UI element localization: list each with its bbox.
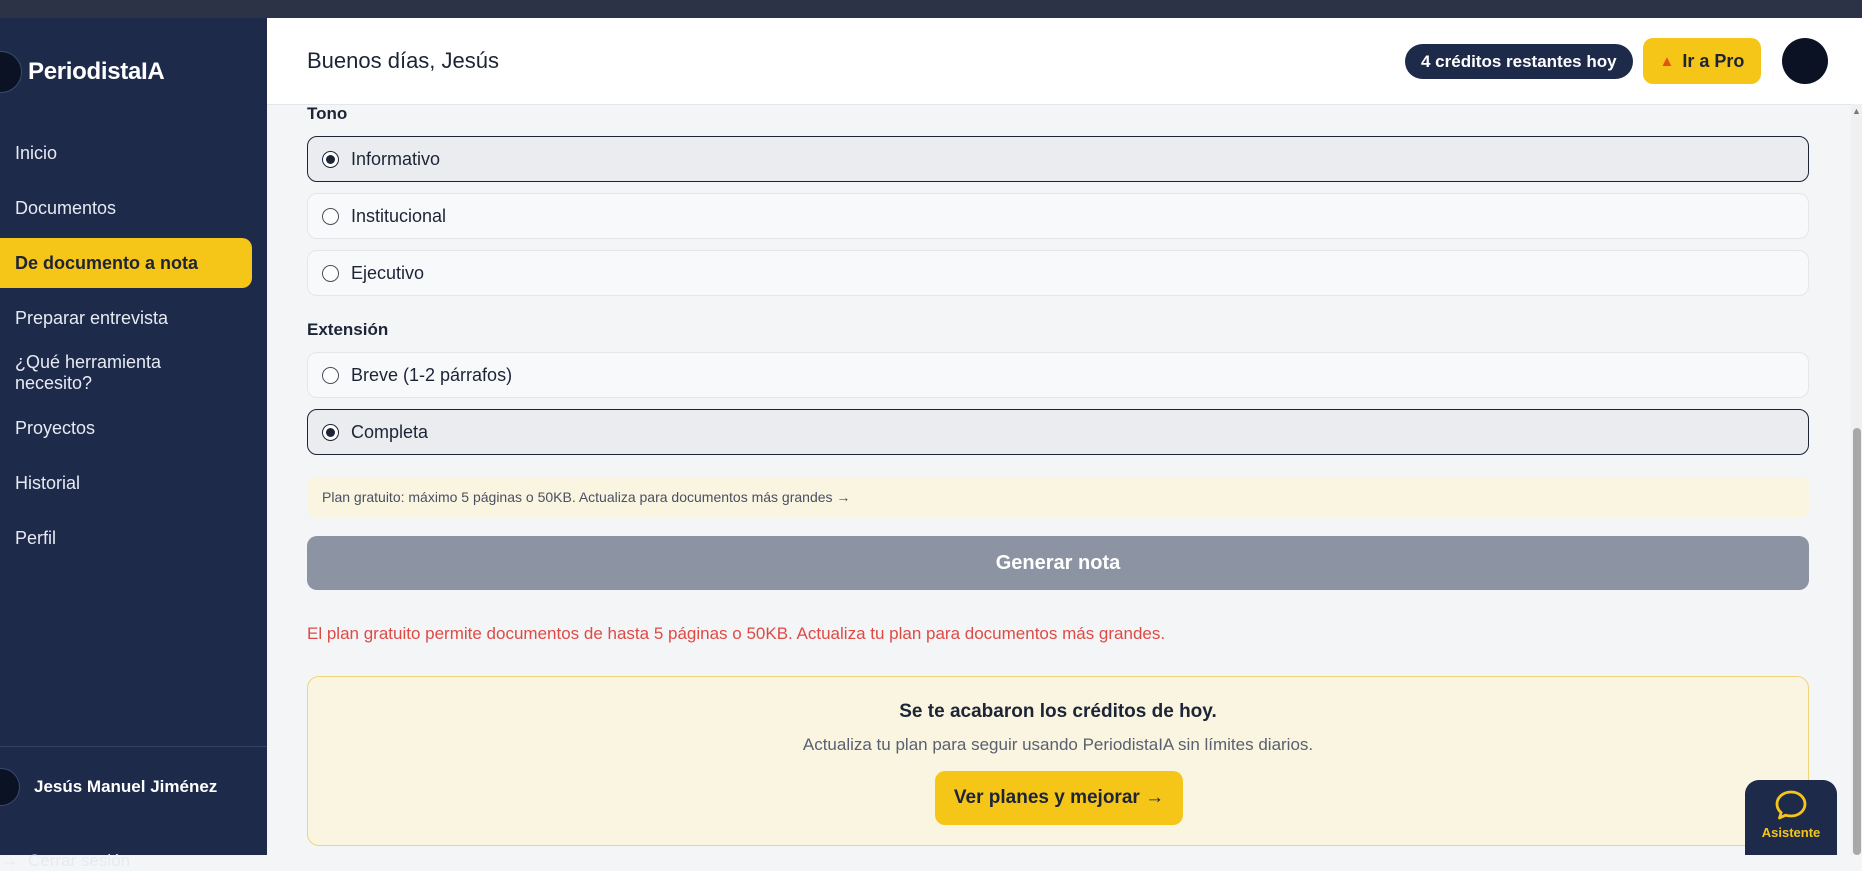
sidebar-item-que-herramienta[interactable]: ¿Qué herramienta necesito? <box>0 348 237 398</box>
avatar <box>0 768 20 806</box>
length-option-completa[interactable]: Completa <box>307 409 1809 455</box>
plan-notice[interactable]: Plan gratuito: máximo 5 páginas o 50KB. … <box>307 477 1809 517</box>
fire-icon: ▲ <box>1659 52 1675 70</box>
assistant-label: Asistente <box>1761 825 1821 840</box>
tone-option-informativo[interactable]: Informativo <box>307 136 1809 182</box>
option-label: Completa <box>351 421 429 442</box>
error-message: El plan gratuito permite documentos de h… <box>307 624 1166 643</box>
length-label: Extensión <box>307 320 389 339</box>
top-header: Buenos días, Jesús 4 créditos restantes … <box>267 18 1862 105</box>
sidebar-divider <box>0 746 267 747</box>
sidebar-item-inicio[interactable]: Inicio <box>0 128 237 178</box>
go-pro-button[interactable]: ▲ Ir a Pro <box>1643 38 1761 84</box>
header-avatar[interactable] <box>1782 38 1828 84</box>
tone-option-ejecutivo[interactable]: Ejecutivo <box>307 250 1809 296</box>
sidebar-item-historial[interactable]: Historial <box>0 458 237 508</box>
radio-selected-icon <box>322 423 339 441</box>
page-greeting: Buenos días, Jesús <box>307 48 500 73</box>
tone-option-institucional[interactable]: Institucional <box>307 193 1809 239</box>
credits-badge: 4 créditos restantes hoy <box>1405 44 1633 79</box>
upgrade-subtitle: Actualiza tu plan para seguir usando Per… <box>802 735 1314 754</box>
assistant-button[interactable]: Asistente <box>1745 780 1837 855</box>
radio-icon <box>322 366 339 384</box>
radio-icon <box>322 207 339 225</box>
sidebar-item-documento-a-nota[interactable]: De documento a nota <box>0 238 252 288</box>
option-label: Institucional <box>351 205 447 226</box>
upgrade-title: Se te acabaron los créditos de hoy. <box>899 701 1217 722</box>
chat-bubble-icon <box>1775 790 1807 820</box>
radio-selected-icon <box>322 150 339 168</box>
sidebar-item-proyectos[interactable]: Proyectos <box>0 403 237 453</box>
scrollbar-thumb[interactable] <box>1853 428 1861 855</box>
logout-button[interactable]: → Cerrar sesión <box>0 850 130 871</box>
tone-label: Tono <box>307 104 348 123</box>
user-name: Jesús Manuel Jiménez <box>34 777 218 796</box>
sidebar-item-documentos[interactable]: Documentos <box>0 183 237 233</box>
logout-arrow-icon: → <box>0 850 18 870</box>
length-option-breve[interactable]: Breve (1-2 párrafos) <box>307 352 1809 398</box>
generate-note-button[interactable]: Generar nota <box>307 536 1809 590</box>
view-plans-button[interactable]: Ver planes y mejorar → <box>935 771 1183 825</box>
brand-logo-icon <box>0 51 22 93</box>
brand[interactable]: PeriodistaIA <box>0 50 165 94</box>
sidebar-item-perfil[interactable]: Perfil <box>0 513 237 563</box>
user-profile[interactable]: Jesús Manuel Jiménez <box>0 768 217 806</box>
sidebar: PeriodistaIA Inicio Documentos De docume… <box>0 18 267 870</box>
upgrade-card: Se te acabaron los créditos de hoy. Actu… <box>307 676 1809 846</box>
sidebar-nav: Inicio Documentos De documento a nota Pr… <box>0 128 267 568</box>
option-label: Breve (1-2 párrafos) <box>351 364 513 385</box>
brand-name: PeriodistaIA <box>28 58 165 85</box>
browser-top-strip <box>0 0 1862 18</box>
radio-icon <box>322 264 339 282</box>
logout-label: Cerrar sesión <box>28 850 131 870</box>
go-pro-label: Ir a Pro <box>1682 50 1745 71</box>
option-label: Informativo <box>351 148 441 169</box>
scroll-up-icon[interactable]: ▲ <box>1852 106 1861 116</box>
option-label: Ejecutivo <box>351 262 425 283</box>
sidebar-item-preparar-entrevista[interactable]: Preparar entrevista <box>0 293 237 343</box>
